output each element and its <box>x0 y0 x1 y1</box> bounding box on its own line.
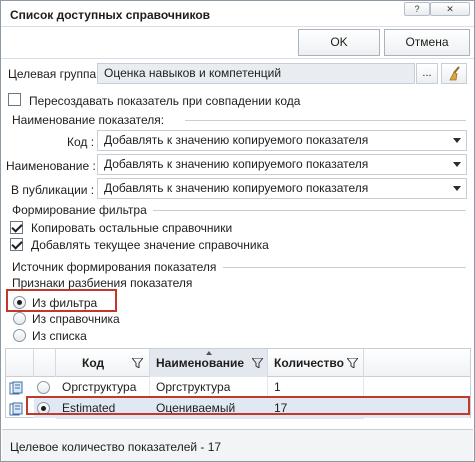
code-label: Код : <box>67 135 95 149</box>
cell-name: Оргструктура <box>150 377 268 398</box>
radio-from-list[interactable] <box>13 329 26 342</box>
code-combo-value: Добавлять к значению копируемого показат… <box>104 133 369 147</box>
cell-count: 1 <box>268 377 364 398</box>
target-group-field[interactable]: Оценка навыков и компетенций <box>97 63 415 84</box>
add-current-checkbox[interactable] <box>10 238 23 251</box>
source-group-header: Источник формирования показателя <box>12 260 217 274</box>
column-header-name[interactable]: Наименование <box>150 349 268 377</box>
code-combo[interactable]: Добавлять к значению копируемого показат… <box>97 130 467 151</box>
filter-icon[interactable] <box>252 358 263 368</box>
column-header-code[interactable]: Код <box>56 349 150 377</box>
chevron-down-icon <box>453 186 461 191</box>
help-icon: ? <box>414 4 420 14</box>
grid-header-indicator <box>6 349 34 377</box>
source-group-rule <box>223 267 466 268</box>
table-row[interactable]: Оргструктура Оргструктура 1 <box>6 377 470 398</box>
close-button[interactable]: ✕ <box>430 2 470 16</box>
radio-from-directory[interactable] <box>13 312 26 325</box>
publication-combo[interactable]: Добавлять к значению копируемого показат… <box>97 178 467 199</box>
cancel-button[interactable]: Отмена <box>384 29 470 56</box>
title-bar: Список доступных справочников ? ✕ <box>1 1 474 27</box>
grid-header-select <box>34 349 56 377</box>
radio-from-list-label: Из списка <box>32 329 87 343</box>
recreate-checkbox[interactable] <box>8 93 21 106</box>
status-text: Целевое количество показателей - 17 <box>10 440 222 454</box>
name-label: Наименование : <box>6 159 96 173</box>
recreate-label: Пересоздавать показатель при совпадении … <box>29 94 301 108</box>
cell-code: Оргструктура <box>56 377 150 398</box>
radio-from-directory-label: Из справочника <box>32 312 120 326</box>
chevron-down-icon <box>453 162 461 167</box>
chevron-down-icon <box>453 138 461 143</box>
filter-group-rule <box>153 210 466 211</box>
broom-icon <box>449 66 460 81</box>
clear-button[interactable] <box>441 63 467 84</box>
sort-asc-icon <box>206 351 212 355</box>
name-combo-value: Добавлять к значению копируемого показат… <box>104 157 369 171</box>
column-name-label: Наименование <box>156 356 245 370</box>
publication-label: В публикации : <box>11 183 95 197</box>
target-group-label: Целевая группа: <box>8 67 100 81</box>
directory-icon <box>9 402 23 416</box>
naming-group-header: Наименование показателя: <box>12 113 165 127</box>
column-header-count[interactable]: Количество <box>268 349 364 377</box>
close-icon: ✕ <box>446 4 454 14</box>
highlight-selected-row <box>26 396 470 415</box>
toolbar-separator <box>1 58 474 59</box>
filter-group-header: Формирование фильтра <box>12 203 147 217</box>
filter-icon[interactable] <box>132 358 143 368</box>
title-separator <box>1 26 474 27</box>
ok-button[interactable]: OK <box>298 29 380 56</box>
publication-combo-value: Добавлять к значению копируемого показат… <box>104 181 369 195</box>
column-count-label: Количество <box>274 356 344 370</box>
split-attrs-label: Признаки разбиения показателя <box>12 276 193 290</box>
directory-icon <box>9 381 23 395</box>
naming-group-rule <box>185 120 466 121</box>
highlight-from-filter <box>6 289 117 312</box>
add-current-label: Добавлять текущее значение справочника <box>31 238 269 252</box>
status-bar: Целевое количество показателей - 17 <box>2 429 473 461</box>
copy-other-label: Копировать остальные справочники <box>31 221 233 235</box>
browse-button[interactable]: ... <box>416 63 438 84</box>
help-button[interactable]: ? <box>404 2 430 16</box>
dialog-window: Список доступных справочников ? ✕ OK Отм… <box>0 0 475 462</box>
filter-icon[interactable] <box>347 358 358 368</box>
row-radio[interactable] <box>37 381 50 394</box>
name-combo[interactable]: Добавлять к значению копируемого показат… <box>97 154 467 175</box>
window-title: Список доступных справочников <box>10 8 211 22</box>
copy-other-checkbox[interactable] <box>10 221 23 234</box>
column-code-label: Код <box>82 356 105 370</box>
